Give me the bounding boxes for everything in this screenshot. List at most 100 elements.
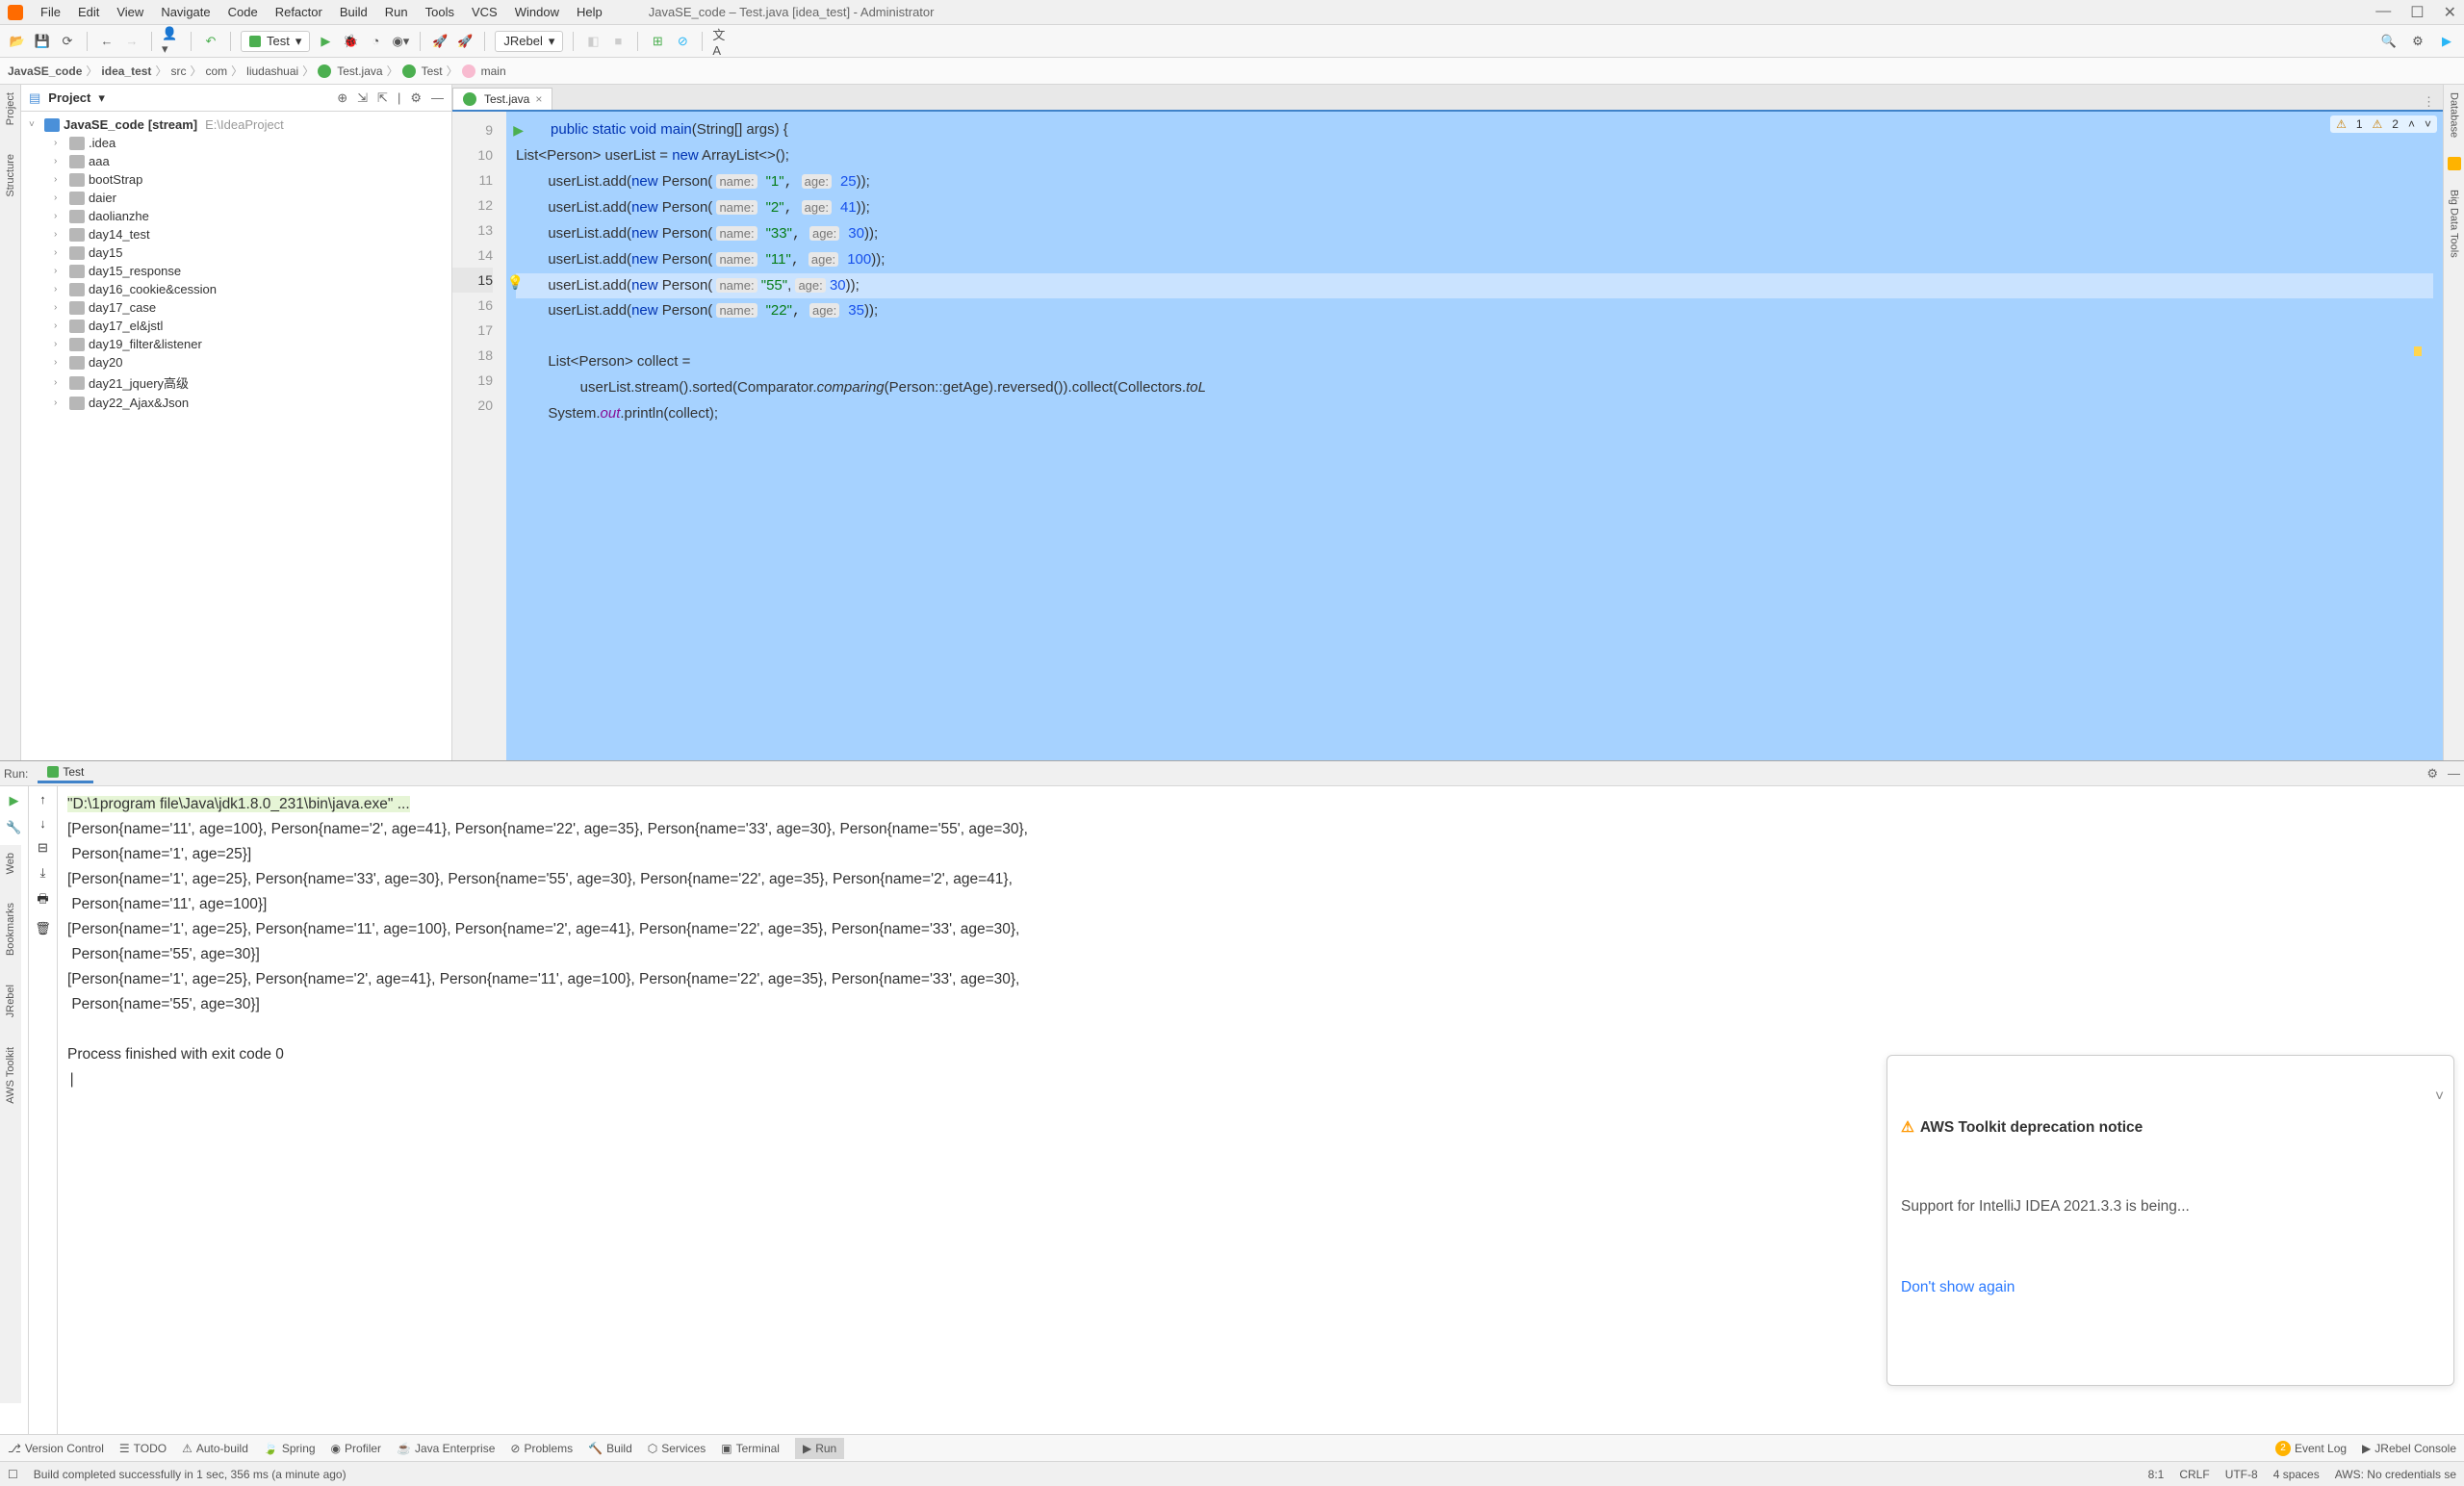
tree-item[interactable]: ›aaa: [21, 152, 451, 170]
run-config-dropdown[interactable]: Test ▾: [241, 31, 310, 52]
expand-icon[interactable]: ›: [54, 247, 65, 258]
bc-class[interactable]: Test: [422, 64, 443, 78]
expand-all-icon[interactable]: ⇲: [357, 90, 368, 106]
event-log[interactable]: 2 Event Log: [2275, 1441, 2347, 1456]
close-icon[interactable]: ×: [535, 92, 542, 106]
tree-item[interactable]: ›day21_jquery高级: [21, 372, 451, 394]
project-title[interactable]: Project: [48, 90, 90, 105]
settings-icon[interactable]: ⚙: [2426, 766, 2438, 781]
tree-item[interactable]: ›day15_response: [21, 262, 451, 280]
menu-navigate[interactable]: Navigate: [153, 3, 218, 21]
expand-icon[interactable]: ›: [54, 357, 65, 368]
translate-icon[interactable]: 文A: [712, 32, 732, 51]
tab-structure[interactable]: Structure: [5, 154, 16, 197]
line-number[interactable]: 13: [452, 218, 493, 243]
tree-item[interactable]: ›daolianzhe: [21, 207, 451, 225]
tab-todo[interactable]: ☰ TODO: [119, 1442, 167, 1455]
tab-jrebel[interactable]: JRebel: [5, 985, 16, 1017]
hide-icon[interactable]: —: [431, 90, 444, 106]
tab-terminal[interactable]: ▣ Terminal: [721, 1442, 780, 1455]
tab-project[interactable]: Project: [5, 92, 16, 125]
line-number[interactable]: 10: [452, 142, 493, 167]
expand-icon[interactable]: ›: [54, 320, 65, 331]
tab-run[interactable]: ▶ Run: [795, 1438, 844, 1459]
layout-icon[interactable]: ⊞: [648, 32, 667, 51]
intention-bulb-icon[interactable]: 💡: [507, 269, 524, 295]
line-number[interactable]: 15: [452, 268, 493, 293]
up-icon[interactable]: ˄: [2408, 117, 2415, 131]
menu-edit[interactable]: Edit: [70, 3, 107, 21]
save-icon[interactable]: 💾: [33, 32, 52, 51]
menu-vcs[interactable]: VCS: [464, 3, 505, 21]
scroll-icon[interactable]: ⤓: [40, 865, 46, 881]
settings-icon[interactable]: ⚙: [2408, 32, 2427, 51]
console-output[interactable]: "D:\1program file\Java\jdk1.8.0_231\bin\…: [58, 786, 2464, 1434]
tree-item[interactable]: ›bootStrap: [21, 170, 451, 189]
jrebel-dropdown[interactable]: JRebel ▾: [495, 31, 563, 52]
cursor-pos[interactable]: 8:1: [2148, 1468, 2165, 1481]
menu-file[interactable]: File: [33, 3, 68, 21]
chevron-down-icon[interactable]: ▾: [98, 90, 105, 106]
tree-item[interactable]: ›daier: [21, 189, 451, 207]
expand-icon[interactable]: ›: [54, 229, 65, 240]
tab-version-control[interactable]: ⎇ Version Control: [8, 1442, 104, 1455]
search-icon[interactable]: 🔍: [2379, 32, 2399, 51]
expand-icon[interactable]: ›: [54, 192, 65, 203]
expand-icon[interactable]: ›: [54, 138, 65, 148]
indent[interactable]: 4 spaces: [2273, 1468, 2320, 1481]
encoding[interactable]: UTF-8: [2225, 1468, 2258, 1481]
menu-tools[interactable]: Tools: [418, 3, 462, 21]
minimize-button[interactable]: —: [2375, 3, 2391, 22]
wrap-icon[interactable]: ⊟: [38, 840, 48, 856]
back-icon[interactable]: ←: [97, 32, 116, 51]
down-icon[interactable]: ↓: [39, 816, 46, 831]
tabs-more-icon[interactable]: ⋮: [2415, 94, 2443, 110]
tab-database[interactable]: Database: [2449, 92, 2460, 138]
debug-icon[interactable]: 🐞: [341, 32, 360, 51]
project-tree[interactable]: ˅ JavaSE_code [stream] E:\IdeaProject ›.…: [21, 112, 451, 760]
tree-item[interactable]: ›day22_Ajax&Json: [21, 394, 451, 412]
tree-item[interactable]: ›day14_test: [21, 225, 451, 243]
clear-icon[interactable]: 🗑: [35, 921, 51, 936]
down-icon[interactable]: ˅: [2425, 117, 2431, 131]
tree-item[interactable]: ›.idea: [21, 134, 451, 152]
maximize-button[interactable]: ☐: [2410, 3, 2424, 22]
tab-problems[interactable]: ⊘ Problems: [510, 1442, 573, 1455]
bc-com[interactable]: com: [205, 64, 227, 78]
line-number[interactable]: 16: [452, 293, 493, 318]
gutter[interactable]: ▶ 💡 91011121314151617181920: [452, 112, 506, 760]
profile-icon[interactable]: ◉▾: [391, 32, 410, 51]
expand-icon[interactable]: ›: [54, 377, 65, 388]
bc-src[interactable]: src: [170, 64, 186, 78]
run-gutter-icon[interactable]: ▶: [513, 117, 524, 142]
line-number[interactable]: 19: [452, 368, 493, 393]
expand-icon[interactable]: ›: [54, 174, 65, 185]
menu-help[interactable]: Help: [569, 3, 610, 21]
expand-icon[interactable]: ›: [54, 156, 65, 167]
tree-item[interactable]: ›day15: [21, 243, 451, 262]
line-number[interactable]: 11: [452, 167, 493, 192]
expand-icon[interactable]: ›: [54, 284, 65, 295]
line-number[interactable]: 9: [452, 117, 493, 142]
up-icon[interactable]: ↑: [39, 792, 46, 807]
editor-body[interactable]: ▶ 💡 91011121314151617181920 public stati…: [452, 112, 2443, 760]
wrench-icon[interactable]: 🔧: [6, 819, 23, 836]
tree-item[interactable]: ›day16_cookie&cession: [21, 280, 451, 298]
bc-pkg[interactable]: liudashuai: [246, 64, 298, 78]
tree-item[interactable]: ›day17_case: [21, 298, 451, 317]
expand-icon[interactable]: ˅: [29, 119, 40, 130]
tree-item[interactable]: ›day19_filter&listener: [21, 335, 451, 353]
tab-build[interactable]: 🔨 Build: [588, 1442, 632, 1455]
menu-refactor[interactable]: Refactor: [268, 3, 330, 21]
bc-method[interactable]: main: [481, 64, 506, 78]
tab-profiler[interactable]: ◉ Profiler: [331, 1442, 382, 1455]
expand-icon[interactable]: ›: [54, 266, 65, 276]
tab-services[interactable]: ⬡ Services: [648, 1442, 706, 1455]
window-icon[interactable]: ☐: [8, 1468, 18, 1481]
tab-javaee[interactable]: ☕ Java Enterprise: [397, 1442, 495, 1455]
jrebel-console[interactable]: ▶ JRebel Console: [2362, 1442, 2456, 1455]
expand-icon[interactable]: ›: [54, 339, 65, 349]
settings-icon[interactable]: ⚙: [410, 90, 422, 106]
jrebel-run-icon[interactable]: 🚀: [430, 32, 449, 51]
line-number[interactable]: 20: [452, 393, 493, 418]
